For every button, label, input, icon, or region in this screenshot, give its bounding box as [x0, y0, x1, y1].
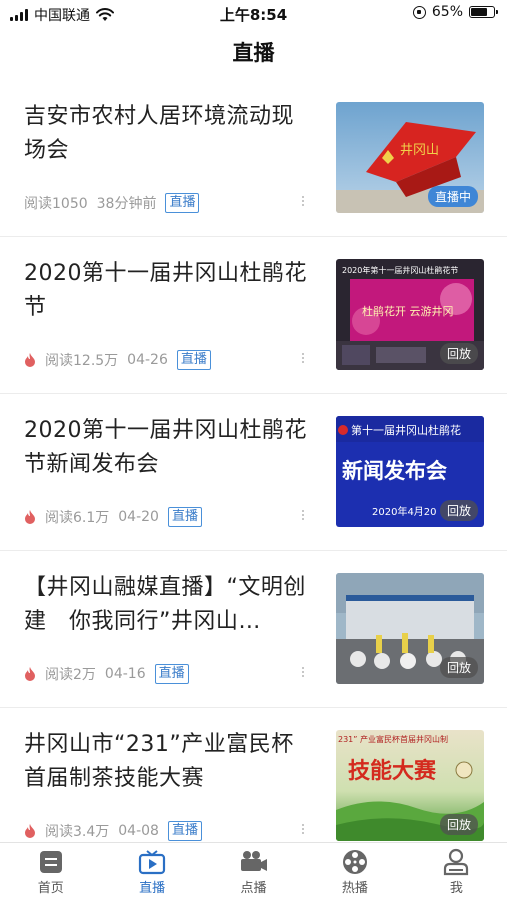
read-count: 阅读12.5万	[45, 353, 119, 369]
hot-icon	[25, 667, 35, 681]
feed-item-thumbnail[interactable]: 231” 产业富民杯首届井冈山制 技能大赛 回放	[336, 730, 484, 841]
thumb-text-2: 杜鹃花开 云游井冈	[362, 304, 454, 318]
status-right: 65%	[412, 4, 498, 20]
publish-time: 04-20	[118, 509, 159, 525]
orientation-lock-icon	[412, 5, 426, 19]
video-camera-icon	[239, 848, 269, 876]
feed-item-title[interactable]: 【井冈山融媒直播】“文明创建 你我同行”井冈山…	[24, 571, 314, 639]
thumb-text: 2020年第十一届井冈山杜鹃花节	[342, 265, 458, 275]
film-reel-icon	[340, 848, 370, 876]
feed-item[interactable]: 【井冈山融媒直播】“文明创建 你我同行”井冈山… 阅读2万 04-16 直播 回…	[0, 551, 507, 708]
feed-item[interactable]: 吉安市农村人居环境流动现场会 阅读1050 38分钟前 直播 井冈山 直播中	[0, 80, 507, 237]
read-count: 阅读2万	[45, 667, 96, 683]
feed-item-meta: 阅读3.4万 04-08 直播	[24, 821, 202, 841]
live-tag: 直播	[165, 193, 200, 213]
feed-item-title[interactable]: 2020第十一届井冈山杜鹃花节	[24, 257, 314, 325]
live-now-badge: 直播中	[427, 186, 478, 207]
thumb-text-2: 新闻发布会	[342, 459, 447, 483]
feed-item-title[interactable]: 井冈山市“231”产业富民杯首届制茶技能大赛	[24, 728, 314, 796]
more-options-icon[interactable]	[302, 824, 306, 834]
thumb-text: 井冈山	[400, 143, 439, 158]
user-icon	[441, 848, 471, 876]
tab-label: 我	[449, 881, 463, 896]
battery-icon	[469, 6, 498, 18]
feed-item-meta: 阅读6.1万 04-20 直播	[24, 507, 202, 527]
tab-label: 首页	[37, 881, 64, 896]
publish-time: 38分钟前	[96, 196, 157, 212]
more-options-icon[interactable]	[302, 353, 306, 363]
thumb-text: 231” 产业富民杯首届井冈山制	[338, 734, 448, 744]
feed-item[interactable]: 井冈山市“231”产业富民杯首届制茶技能大赛 阅读3.4万 04-08 直播 2…	[0, 708, 507, 842]
feed-item-thumbnail[interactable]: 回放	[336, 573, 484, 684]
tab-me[interactable]: 我	[406, 843, 507, 900]
tab-home[interactable]: 首页	[0, 843, 101, 900]
read-count: 阅读6.1万	[45, 510, 110, 526]
live-tag: 直播	[154, 664, 189, 684]
battery-percent: 65%	[431, 4, 463, 20]
feed-item-title[interactable]: 2020第十一届井冈山杜鹃花节新闻发布会	[24, 414, 314, 482]
read-count: 阅读3.4万	[45, 824, 110, 840]
feed-item-thumbnail[interactable]: 井冈山 直播中	[336, 102, 484, 213]
feed-item-meta: 阅读2万 04-16 直播	[24, 664, 189, 684]
feed-item-meta: 阅读1050 38分钟前 直播	[24, 193, 200, 213]
feed-item[interactable]: 2020第十一届井冈山杜鹃花节新闻发布会 阅读6.1万 04-20 直播 第十一…	[0, 394, 507, 551]
tv-icon	[137, 848, 167, 876]
thumb-text-3: 2020年4月20	[372, 505, 437, 518]
replay-badge: 回放	[439, 814, 478, 835]
feed-item[interactable]: 2020第十一届井冈山杜鹃花节 阅读12.5万 04-26 直播 2020年第十…	[0, 237, 507, 394]
publish-time: 04-26	[127, 352, 168, 368]
thumb-text: 第十一届井冈山杜鹃花	[351, 423, 461, 437]
live-feed-list[interactable]: 吉安市农村人居环境流动现场会 阅读1050 38分钟前 直播 井冈山 直播中 2…	[0, 80, 507, 842]
hot-icon	[25, 353, 35, 367]
tab-label: 热播	[341, 881, 368, 896]
publish-time: 04-16	[104, 666, 146, 682]
live-tag: 直播	[176, 350, 211, 370]
page-header: 直播	[0, 28, 507, 76]
publish-time: 04-08	[118, 823, 159, 839]
tab-on-demand[interactable]: 点播	[203, 843, 304, 900]
more-options-icon[interactable]	[302, 510, 306, 520]
tab-live[interactable]: 直播	[101, 843, 202, 900]
replay-badge: 回放	[439, 500, 478, 521]
replay-badge: 回放	[439, 657, 478, 678]
live-tag: 直播	[167, 507, 202, 527]
replay-badge: 回放	[439, 343, 478, 364]
tab-label: 点播	[240, 881, 267, 896]
feed-item-thumbnail[interactable]: 2020年第十一届井冈山杜鹃花节 杜鹃花开 云游井冈 回放	[336, 259, 484, 370]
feed-item-meta: 阅读12.5万 04-26 直播	[24, 350, 211, 370]
bottom-tab-bar: 首页 直播 点播 热播 我	[0, 842, 507, 900]
home-icon	[36, 848, 66, 876]
more-options-icon[interactable]	[302, 196, 306, 206]
hot-icon	[25, 510, 35, 524]
live-tag: 直播	[167, 821, 202, 841]
feed-item-title[interactable]: 吉安市农村人居环境流动现场会	[24, 100, 314, 168]
more-options-icon[interactable]	[302, 667, 306, 677]
tab-trending[interactable]: 热播	[304, 843, 405, 900]
thumb-text-2: 技能大赛	[348, 758, 437, 784]
hot-icon	[25, 824, 35, 838]
read-count: 阅读1050	[24, 196, 88, 212]
tab-label: 直播	[139, 881, 166, 896]
feed-item-thumbnail[interactable]: 第十一届井冈山杜鹃花 新闻发布会 2020年4月20 回放	[336, 416, 484, 527]
page-title: 直播	[232, 41, 275, 65]
status-bar: 中国联通 上午8:54 65%	[0, 0, 507, 28]
